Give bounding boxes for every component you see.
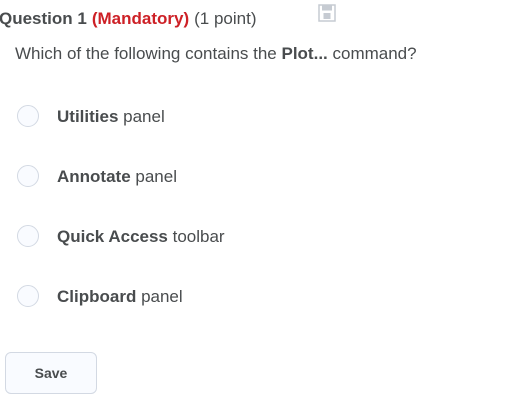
- answer-label-bold: Quick Access: [57, 227, 168, 246]
- answer-option[interactable]: Clipboard panel: [17, 280, 477, 340]
- question-header: Question 1 (Mandatory) (1 point): [0, 6, 257, 32]
- answer-label-rest: toolbar: [167, 227, 225, 246]
- answer-label[interactable]: Annotate panel: [57, 160, 177, 194]
- question-text-start: Which of the following contains the: [15, 44, 282, 63]
- answer-label[interactable]: Clipboard panel: [57, 280, 183, 314]
- question-number: Question 1: [0, 9, 87, 28]
- question-text: Which of the following contains the Plot…: [15, 44, 417, 64]
- answer-label-rest: panel: [130, 167, 177, 186]
- points-label: (1 point): [194, 9, 257, 28]
- radio-button[interactable]: [17, 285, 39, 307]
- floppy-disk-icon: [318, 4, 336, 22]
- answer-label-rest: panel: [118, 107, 165, 126]
- answer-option[interactable]: Utilities panel: [17, 100, 477, 160]
- question-text-command: Plot...: [281, 44, 328, 63]
- radio-button[interactable]: [17, 105, 39, 127]
- answer-label[interactable]: Utilities panel: [57, 100, 165, 134]
- radio-button[interactable]: [17, 165, 39, 187]
- answer-label-bold: Annotate: [57, 167, 131, 186]
- answer-options: Utilities panel Annotate panel Quick Acc…: [17, 100, 477, 340]
- answer-label-bold: Utilities: [57, 107, 119, 126]
- mandatory-label: (Mandatory): [91, 9, 190, 28]
- radio-button[interactable]: [17, 225, 39, 247]
- question-text-end: command?: [327, 44, 417, 63]
- answer-label-bold: Clipboard: [57, 287, 137, 306]
- save-button[interactable]: Save: [5, 352, 97, 394]
- answer-option[interactable]: Quick Access toolbar: [17, 220, 477, 280]
- answer-label[interactable]: Quick Access toolbar: [57, 220, 225, 254]
- answer-label-rest: panel: [136, 287, 183, 306]
- quiz-page: Question 1 (Mandatory) (1 point) Which o…: [0, 0, 514, 416]
- answer-option[interactable]: Annotate panel: [17, 160, 477, 220]
